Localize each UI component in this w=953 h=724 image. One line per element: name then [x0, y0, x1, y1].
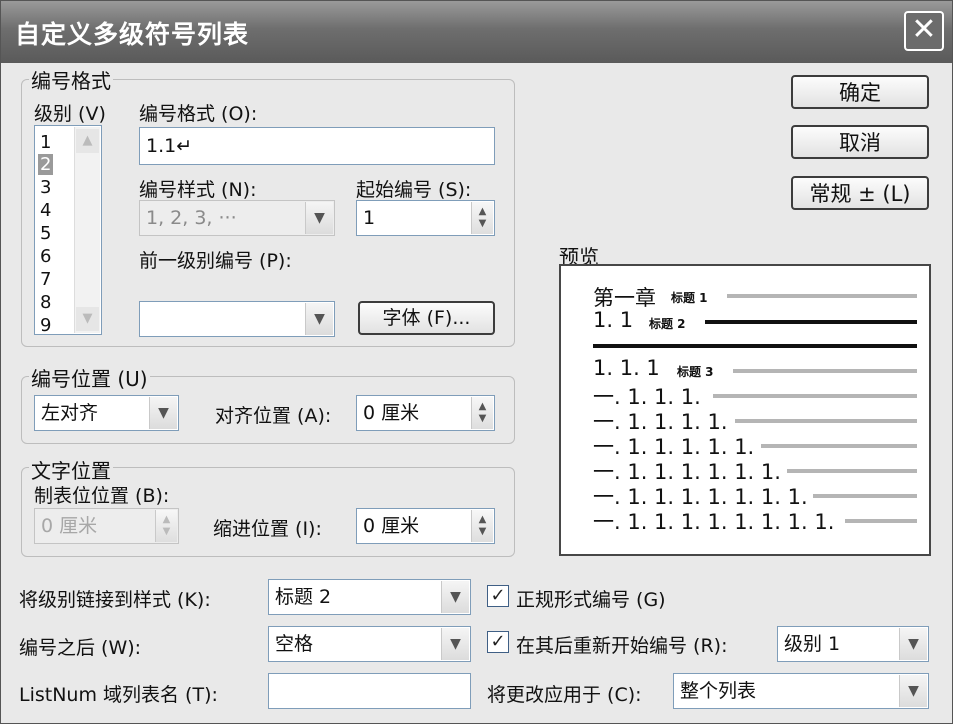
tab-value: 0 厘米: [41, 515, 98, 537]
indent-label: 缩进位置 (I):: [213, 518, 322, 540]
checkmark-icon: ✓: [490, 585, 506, 606]
preview-line-tag: 标题 2: [649, 317, 686, 331]
level-item[interactable]: 8: [40, 292, 51, 313]
close-icon: ✕: [911, 12, 937, 47]
restart-level-select[interactable]: 级别 1 ▼: [777, 626, 929, 662]
font-button-label: 字体 (F)...: [382, 307, 471, 329]
preview-bar: [845, 519, 917, 523]
level-item[interactable]: 7: [40, 269, 51, 290]
preview-bar: [713, 394, 917, 398]
after-number-label: 编号之后 (W):: [19, 637, 142, 659]
format-label: 编号格式 (O):: [139, 103, 258, 125]
level-label: 级别 (V): [34, 103, 106, 125]
level-item[interactable]: 1: [40, 132, 51, 153]
link-style-value: 标题 2: [275, 586, 332, 608]
preview-bar: [727, 294, 917, 298]
preview-bar: [787, 469, 917, 473]
spinner-arrows-icon: ▲ ▼: [155, 510, 177, 542]
preview-line-text: 一. 1. 1. 1. 1. 1. 1. 1. 1.: [593, 510, 835, 534]
restart-checkbox[interactable]: ✓: [487, 631, 509, 653]
cancel-button[interactable]: 取消: [791, 125, 929, 159]
chevron-down-icon[interactable]: ▼: [305, 303, 333, 335]
scroll-up-icon[interactable]: ▲: [76, 129, 99, 153]
ok-button-label: 确定: [839, 81, 881, 105]
number-position-legend: 编号位置 (U): [29, 363, 150, 392]
listnum-input[interactable]: [268, 673, 471, 709]
apply-to-value: 整个列表: [680, 680, 757, 702]
chevron-down-icon[interactable]: ▼: [441, 628, 469, 660]
preview-line-text: 1. 1: [593, 308, 634, 332]
scroll-down-icon[interactable]: ▼: [76, 307, 99, 331]
start-spinner[interactable]: 1 ▲ ▼: [356, 200, 495, 236]
preview-bar: [761, 444, 917, 448]
number-format-legend: 编号格式: [29, 65, 113, 94]
apply-label: 将更改应用于 (C):: [487, 684, 642, 706]
align-at-label: 对齐位置 (A):: [215, 405, 332, 427]
apply-to-select[interactable]: 整个列表 ▼: [673, 673, 929, 709]
preview-line-tag: 标题 1: [671, 291, 708, 305]
style-value: 1, 2, 3, ···: [146, 207, 237, 229]
font-button[interactable]: 字体 (F)...: [358, 301, 495, 335]
text-position-legend: 文字位置: [29, 455, 113, 484]
indent-value: 0 厘米: [363, 515, 420, 537]
spinner-arrows-icon[interactable]: ▲ ▼: [471, 397, 493, 429]
after-number-value: 空格: [275, 633, 314, 655]
listnum-label: ListNum 域列表名 (T):: [19, 684, 218, 706]
level-item[interactable]: 3: [40, 177, 51, 198]
preview-bar: [735, 419, 917, 423]
close-button[interactable]: ✕: [904, 11, 944, 51]
restart-level-value: 级别 1: [784, 633, 841, 655]
style-label: 编号样式 (N):: [139, 179, 257, 201]
format-input[interactable]: 1.1↵: [139, 127, 495, 165]
level-listbox[interactable]: 1 2 3 4 5 6 7 8 9 ▲ ▼: [34, 125, 102, 336]
preview-bar-selected: [593, 344, 917, 348]
indent-spinner[interactable]: 0 厘米 ▲ ▼: [356, 508, 495, 544]
chevron-down-icon[interactable]: ▼: [899, 628, 927, 660]
level-item[interactable]: 6: [40, 246, 51, 267]
level-item[interactable]: 9: [40, 315, 51, 336]
start-value: 1: [363, 207, 376, 229]
restart-label: 在其后重新开始编号 (R):: [516, 635, 728, 657]
tab-spinner: 0 厘米 ▲ ▼: [34, 508, 179, 544]
preview-bar: [813, 494, 917, 498]
link-style-label: 将级别链接到样式 (K):: [19, 589, 211, 611]
level-item[interactable]: 4: [40, 200, 51, 221]
align-at-value: 0 厘米: [363, 402, 420, 424]
dialog-window: 自定义多级符号列表 ✕ 确定 取消 常规 ± (L) 编号格式 级别 (V) 1…: [0, 0, 953, 724]
link-style-select[interactable]: 标题 2 ▼: [268, 579, 471, 615]
legal-checkbox[interactable]: ✓: [487, 585, 509, 607]
ok-button[interactable]: 确定: [791, 75, 929, 109]
start-label: 起始编号 (S):: [356, 179, 472, 201]
spinner-arrows-icon[interactable]: ▲ ▼: [471, 510, 493, 542]
preview-line-text: 1. 1. 1: [593, 356, 660, 380]
normal-toggle-button[interactable]: 常规 ± (L): [791, 176, 929, 210]
style-select: 1, 2, 3, ··· ▼: [139, 200, 335, 236]
cancel-button-label: 取消: [839, 131, 881, 155]
chevron-down-icon[interactable]: ▼: [899, 675, 927, 707]
prev-level-select[interactable]: ▼: [139, 301, 335, 337]
prev-level-label: 前一级别编号 (P):: [139, 250, 292, 272]
preview-bar: [733, 369, 917, 373]
level-item-selected[interactable]: 2: [38, 154, 54, 175]
chevron-down-icon: ▼: [305, 202, 333, 234]
chevron-down-icon[interactable]: ▼: [441, 581, 469, 613]
chevron-down-icon[interactable]: ▼: [149, 397, 177, 429]
checkmark-icon: ✓: [490, 631, 506, 652]
level-item[interactable]: 5: [40, 223, 51, 244]
title-bar: 自定义多级符号列表: [1, 1, 952, 63]
align-at-spinner[interactable]: 0 厘米 ▲ ▼: [356, 395, 495, 431]
after-number-select[interactable]: 空格 ▼: [268, 626, 471, 662]
dialog-title: 自定义多级符号列表: [15, 20, 250, 49]
legal-label: 正规形式编号 (G): [516, 589, 666, 611]
spinner-arrows-icon[interactable]: ▲ ▼: [471, 202, 493, 234]
normal-button-label: 常规 ± (L): [809, 182, 911, 206]
preview-bar-selected: [705, 320, 917, 324]
level-scrollbar[interactable]: ▲ ▼: [74, 127, 100, 333]
preview-line-tag: 标题 3: [677, 365, 714, 379]
align-select[interactable]: 左对齐 ▼: [34, 395, 179, 431]
preview-pane: 第一章 标题 1 1. 1 标题 2 1. 1. 1 标题 3 一. 1. 1.…: [559, 264, 931, 556]
align-value: 左对齐: [41, 402, 99, 424]
tab-label: 制表位位置 (B):: [34, 485, 170, 507]
